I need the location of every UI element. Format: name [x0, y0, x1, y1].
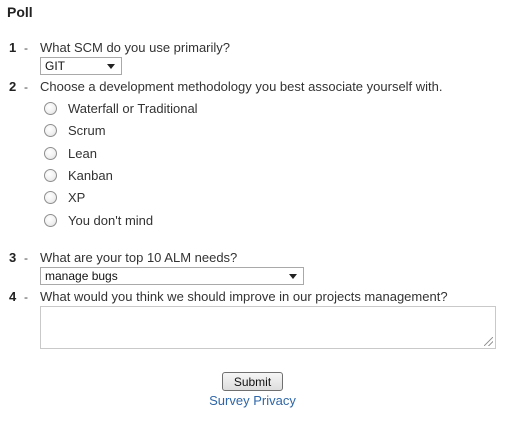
question-3-number: 3	[9, 250, 17, 265]
question-1-dash: -	[24, 41, 28, 55]
improvement-textarea[interactable]	[40, 306, 496, 349]
alm-needs-select-value: manage bugs	[45, 269, 118, 283]
question-1-text: What SCM do you use primarily?	[40, 40, 231, 55]
question-3-text: What are your top 10 ALM needs?	[40, 250, 238, 265]
survey-privacy-link[interactable]: Survey Privacy	[0, 393, 505, 408]
question-2-text: Choose a development methodology you bes…	[40, 79, 443, 94]
question-1-number: 1	[9, 40, 17, 55]
radio-button[interactable]	[44, 102, 57, 115]
question-4-dash: -	[24, 290, 28, 304]
methodology-option-label: Lean	[68, 146, 97, 161]
radio-button[interactable]	[44, 147, 57, 160]
radio-button[interactable]	[44, 191, 57, 204]
radio-button[interactable]	[44, 124, 57, 137]
alm-needs-select[interactable]: manage bugs	[40, 267, 304, 285]
methodology-option-label: Waterfall or Traditional	[68, 101, 198, 116]
question-3-dash: -	[24, 251, 28, 265]
radio-button[interactable]	[44, 169, 57, 182]
methodology-option-label: XP	[68, 190, 86, 205]
chevron-down-icon	[289, 274, 297, 279]
methodology-option-label: Kanban	[68, 168, 113, 183]
chevron-down-icon	[107, 64, 115, 69]
question-2-dash: -	[24, 80, 28, 94]
question-4-number: 4	[9, 289, 17, 304]
scm-select-value: GIT	[45, 59, 65, 73]
methodology-option-label: You don't mind	[68, 213, 154, 228]
scm-select[interactable]: GIT	[40, 57, 122, 75]
methodology-option-label: Scrum	[68, 123, 106, 138]
radio-button[interactable]	[44, 214, 57, 227]
poll-title: Poll	[7, 4, 33, 20]
submit-button[interactable]: Submit	[222, 372, 283, 391]
question-4-text: What would you think we should improve i…	[40, 289, 448, 304]
resize-grip-icon[interactable]	[484, 337, 493, 346]
question-2-number: 2	[9, 79, 17, 94]
